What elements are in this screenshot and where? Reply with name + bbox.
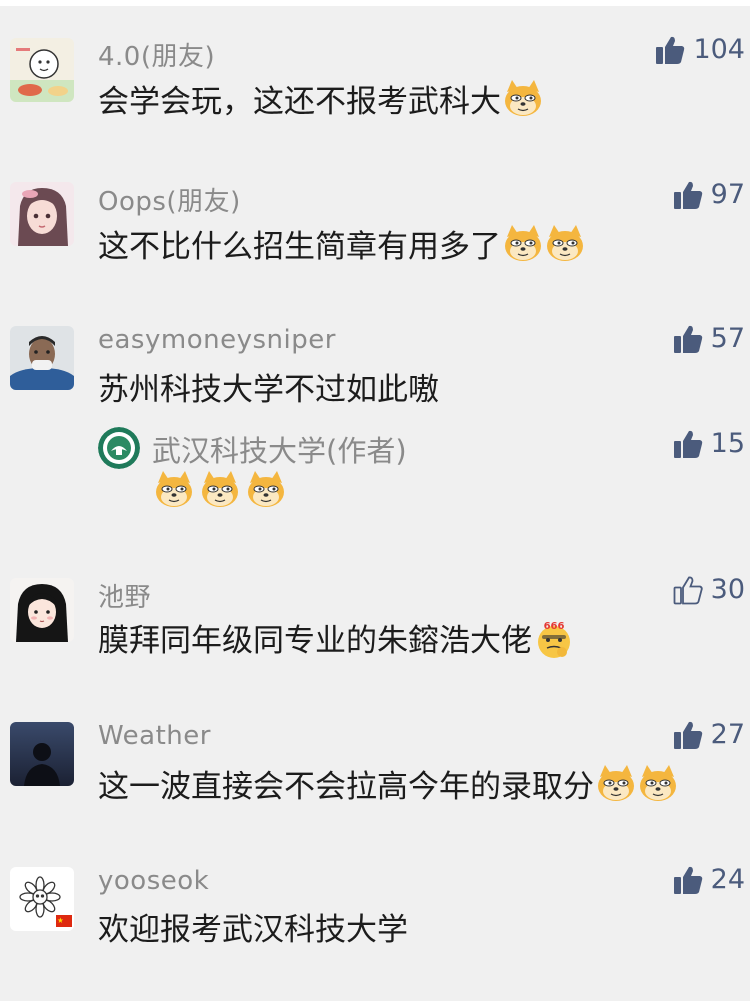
- comment-text-content: 这不比什么招生简章有用多了: [98, 229, 501, 265]
- avatar[interactable]: [10, 722, 74, 786]
- thumbs-up-icon: [656, 36, 685, 64]
- like-button[interactable]: 30: [673, 574, 745, 605]
- commenter-name[interactable]: yooseok: [98, 866, 209, 896]
- 666-emoji-icon: 666: [534, 619, 574, 658]
- comment-text-content: 膜拜同年级同专业的朱鎔浩大佬: [98, 623, 532, 659]
- thumbs-up-icon: [673, 866, 702, 894]
- doge-emoji-icon: [503, 224, 543, 263]
- doge-emoji-icon: [200, 471, 240, 509]
- anime-girl-avatar-icon: [10, 182, 74, 246]
- cartoon-avatar-icon: [10, 38, 74, 102]
- comment-text-content: 欢迎报考武汉科技大学: [98, 911, 408, 948]
- like-button[interactable]: 15: [673, 428, 745, 459]
- comment-text-content: 苏州科技大学不过如此嗷: [98, 371, 439, 408]
- like-button[interactable]: 97: [673, 179, 745, 210]
- comment-text: 苏州科技大学不过如此嗷: [98, 366, 439, 408]
- comment-text: 欢迎报考武汉科技大学: [98, 906, 408, 948]
- commenter-name[interactable]: easymoneysniper: [98, 325, 336, 355]
- doge-emoji-icon: [638, 764, 678, 803]
- comment-text: 这不比什么招生简章有用多了: [98, 221, 585, 266]
- thumbs-up-icon: [673, 721, 702, 749]
- comment-text-content: 会学会玩，这还不报考武科大: [98, 84, 501, 120]
- doge-emoji-icon: [503, 79, 543, 118]
- avatar[interactable]: [98, 427, 140, 469]
- commenter-name[interactable]: Oops(朋友): [98, 181, 241, 218]
- commenter-name[interactable]: Weather: [98, 721, 211, 751]
- commenter-name[interactable]: 池野: [98, 577, 151, 614]
- doge-emoji-icon: [154, 471, 194, 509]
- like-button[interactable]: 104: [655, 34, 745, 65]
- avatar[interactable]: [10, 38, 74, 102]
- university-logo-icon: [98, 427, 140, 469]
- reply-text: [152, 471, 286, 509]
- like-count: 27: [710, 719, 745, 750]
- like-button[interactable]: 57: [673, 323, 745, 354]
- like-count: 30: [710, 574, 745, 605]
- comment-text: 这一波直接会不会拉高今年的录取分: [98, 761, 678, 806]
- avatar[interactable]: [10, 326, 74, 390]
- like-count: 57: [710, 323, 745, 354]
- comment-text: 会学会玩，这还不报考武科大: [98, 76, 543, 121]
- doge-emoji-icon: [596, 764, 636, 803]
- like-count: 97: [710, 179, 745, 210]
- like-count: 15: [710, 428, 745, 459]
- like-count: 104: [693, 34, 745, 65]
- thumbs-up-outline-icon: [673, 576, 703, 604]
- thumbs-up-icon: [673, 325, 702, 353]
- like-button[interactable]: 24: [673, 864, 745, 895]
- silhouette-avatar-icon: [10, 722, 74, 786]
- reply-author-name[interactable]: 武汉科技大学(作者): [152, 428, 407, 470]
- commenter-name[interactable]: 4.0(朋友): [98, 36, 215, 73]
- svg-text:666: 666: [544, 621, 565, 632]
- avatar[interactable]: [10, 867, 74, 931]
- man-avatar-icon: [10, 326, 74, 390]
- thumbs-up-icon: [673, 430, 702, 458]
- comment-text-content: 这一波直接会不会拉高今年的录取分: [98, 769, 594, 805]
- comment-text: 膜拜同年级同专业的朱鎔浩大佬 666: [98, 615, 574, 660]
- girl-black-hair-avatar-icon: [10, 578, 74, 642]
- avatar[interactable]: [10, 182, 74, 246]
- like-count: 24: [710, 864, 745, 895]
- doge-emoji-icon: [246, 471, 286, 509]
- avatar[interactable]: [10, 578, 74, 642]
- flower-avatar-icon: [10, 867, 74, 931]
- like-button[interactable]: 27: [673, 719, 745, 750]
- top-divider: [0, 0, 750, 6]
- doge-emoji-icon: [545, 224, 585, 263]
- thumbs-up-icon: [673, 181, 702, 209]
